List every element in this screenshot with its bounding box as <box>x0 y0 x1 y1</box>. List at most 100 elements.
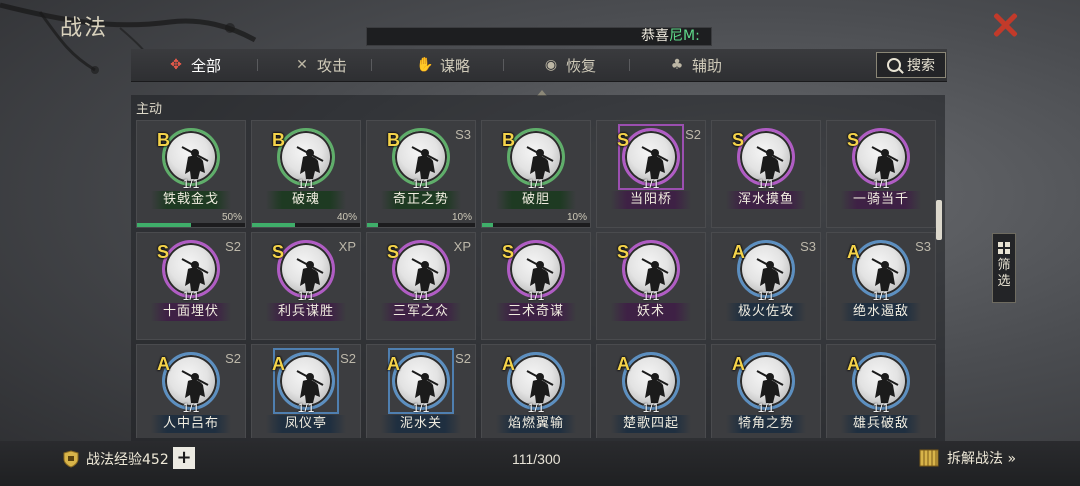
warrior-silhouette-icon <box>526 370 554 403</box>
announcement-marquee: 恭喜尼M: <box>366 27 712 46</box>
skill-grid[interactable]: B 1/1 铁戟金戈 50% B 1/1 破魂 40% B S3 1/1 奇正之势 10% B 1/1 破胆 1… <box>136 120 939 438</box>
skill-grade: A <box>732 242 745 262</box>
grid-icon <box>998 242 1010 254</box>
skill-name: 犄角之势 <box>726 415 806 433</box>
warrior-silhouette-icon <box>756 146 784 179</box>
skill-name: 三术奇谋 <box>496 303 576 321</box>
skill-level: 1/1 <box>297 401 315 415</box>
bag-icon: ♣ <box>670 57 684 73</box>
scrollbar-thumb[interactable] <box>936 200 942 240</box>
skill-card[interactable]: B 1/1 破胆 10% <box>481 120 591 228</box>
warrior-silhouette-icon <box>411 146 439 179</box>
skill-card[interactable]: S XP 1/1 利兵谋胜 <box>251 232 361 340</box>
skill-grade: B <box>387 130 400 150</box>
skill-name: 十面埋伏 <box>151 303 231 321</box>
skill-grade: A <box>272 354 285 374</box>
skill-level: 1/1 <box>182 289 200 303</box>
warrior-silhouette-icon <box>641 146 669 179</box>
skill-card[interactable]: A S3 1/1 绝水遏敌 <box>826 232 936 340</box>
page-title: 战法 <box>60 16 109 41</box>
skill-grade: S <box>847 130 860 150</box>
skill-grade: B <box>272 130 285 150</box>
skill-progress-fill <box>367 223 378 227</box>
skill-name: 三军之众 <box>381 303 461 321</box>
warrior-silhouette-icon <box>296 258 324 291</box>
skill-exp-label: 战法经验452 <box>86 452 169 468</box>
skill-card[interactable]: S 1/1 浑水摸鱼 <box>711 120 821 228</box>
skill-level: 1/1 <box>757 177 775 191</box>
search-button[interactable]: 搜索 <box>876 52 946 78</box>
skill-card[interactable]: S 1/1 三术奇谋 <box>481 232 591 340</box>
crossed-swords-icon: ✕ <box>296 57 308 73</box>
skill-card[interactable]: B S3 1/1 奇正之势 10% <box>366 120 476 228</box>
skill-card[interactable]: A S2 1/1 人中吕布 <box>136 344 246 438</box>
skill-name: 绝水遏敌 <box>841 303 921 321</box>
skill-season-tag: S2 <box>455 351 471 366</box>
skill-card[interactable]: S S2 1/1 十面埋伏 <box>136 232 246 340</box>
skill-progress-percent: 50% <box>221 212 242 223</box>
hand-icon: ✋ <box>416 57 434 73</box>
skill-level: 1/1 <box>872 177 890 191</box>
skill-grade: A <box>847 354 860 374</box>
warrior-silhouette-icon <box>526 146 554 179</box>
skill-name: 妖术 <box>611 303 691 321</box>
skill-level: 1/1 <box>757 289 775 303</box>
filter-button[interactable]: 筛 选 <box>992 233 1016 303</box>
skill-card[interactable]: A S2 1/1 泥水关 <box>366 344 476 438</box>
decompose-skill-button[interactable]: 拆解战法 » <box>917 447 1016 469</box>
skill-grade: B <box>502 130 515 150</box>
tab-support[interactable]: ♣ 辅助 <box>668 49 722 81</box>
skill-name: 泥水关 <box>381 415 461 433</box>
skill-level: 1/1 <box>412 177 430 191</box>
warrior-silhouette-icon <box>296 146 324 179</box>
skill-card[interactable]: A 1/1 犄角之势 <box>711 344 821 438</box>
section-label-active: 主动 <box>136 102 163 117</box>
warrior-silhouette-icon <box>181 370 209 403</box>
tab-divider <box>629 59 630 71</box>
skill-name: 一骑当千 <box>841 191 921 209</box>
warrior-silhouette-icon <box>526 258 554 291</box>
skill-card[interactable]: A S2 1/1 凤仪亭 <box>251 344 361 438</box>
skill-season-tag: S3 <box>915 239 931 254</box>
add-exp-button[interactable]: + <box>173 447 195 469</box>
skill-name: 雄兵破敌 <box>841 415 921 433</box>
skill-progress-percent: 10% <box>451 212 472 223</box>
tab-attack[interactable]: ✕ 攻击 <box>293 49 347 81</box>
marquee-prefix: 恭喜 <box>641 28 669 44</box>
skill-card[interactable]: S XP 1/1 三军之众 <box>366 232 476 340</box>
skill-level: 1/1 <box>412 289 430 303</box>
skill-card[interactable]: A 1/1 楚歌四起 <box>596 344 706 438</box>
skill-card[interactable]: B 1/1 铁戟金戈 50% <box>136 120 246 228</box>
skill-card[interactable]: S 1/1 一骑当千 <box>826 120 936 228</box>
tab-recovery[interactable]: ◉ 恢复 <box>542 49 596 81</box>
skill-level: 1/1 <box>642 401 660 415</box>
skill-name: 当阳桥 <box>611 191 691 209</box>
skill-level: 1/1 <box>527 289 545 303</box>
skill-name: 铁戟金戈 <box>151 191 231 209</box>
skill-card[interactable]: A 1/1 焰燃翼输 <box>481 344 591 438</box>
skill-count: 111/300 <box>512 451 561 467</box>
skill-name: 破胆 <box>496 191 576 209</box>
skill-name: 人中吕布 <box>151 415 231 433</box>
tab-all[interactable]: ✥ 全部 <box>167 49 221 81</box>
skill-card[interactable]: A 1/1 雄兵破敌 <box>826 344 936 438</box>
tab-label: 攻击 <box>317 56 348 75</box>
skill-progress-fill <box>482 223 493 227</box>
skill-grade: A <box>847 242 860 262</box>
warrior-silhouette-icon <box>756 258 784 291</box>
skill-card[interactable]: B 1/1 破魂 40% <box>251 120 361 228</box>
warrior-silhouette-icon <box>411 370 439 403</box>
filter-label-2: 选 <box>997 274 1011 289</box>
skill-card[interactable]: S S2 1/1 当阳桥 <box>596 120 706 228</box>
marquee-player-name: 尼M: <box>669 28 700 44</box>
skill-season-tag: S2 <box>225 351 241 366</box>
skill-card[interactable]: A S3 1/1 极火佐攻 <box>711 232 821 340</box>
skill-grade: A <box>617 354 630 374</box>
decompose-label: 拆解战法 » <box>947 451 1017 467</box>
scroll-icon: ✥ <box>170 57 182 73</box>
tab-strategy[interactable]: ✋ 谋略 <box>416 49 470 81</box>
close-icon[interactable] <box>990 10 1020 40</box>
skill-level: 1/1 <box>757 401 775 415</box>
warrior-silhouette-icon <box>641 258 669 291</box>
skill-card[interactable]: S 1/1 妖术 <box>596 232 706 340</box>
